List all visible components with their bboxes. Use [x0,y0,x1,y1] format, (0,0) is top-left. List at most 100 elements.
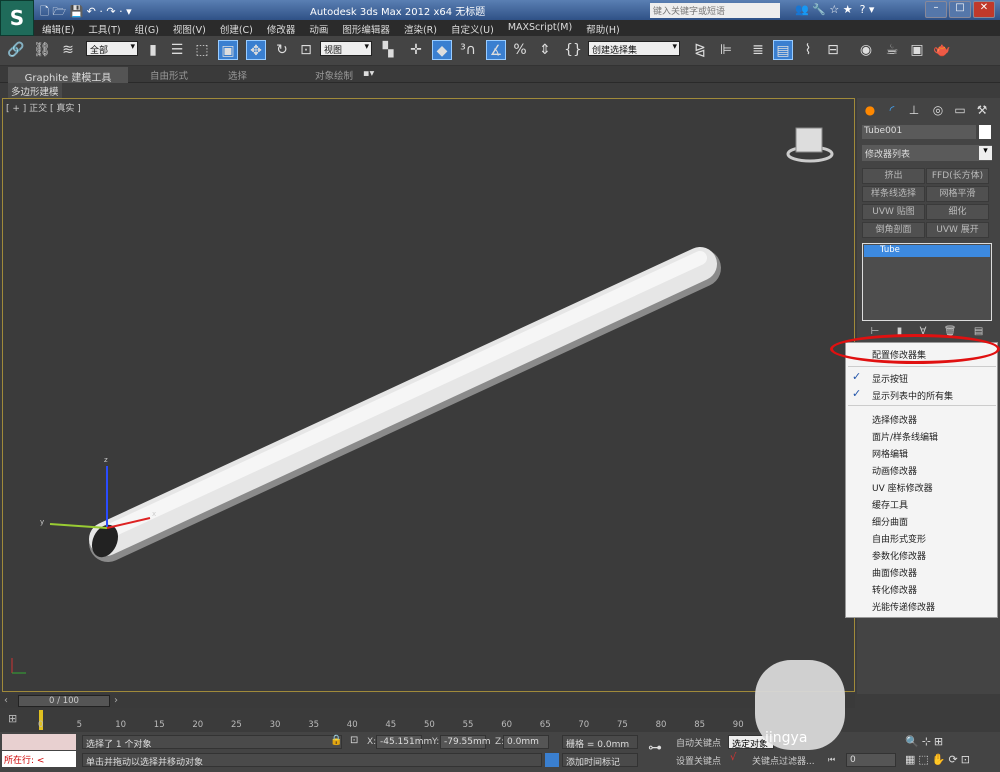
display-tab-icon[interactable]: ▭ [950,100,970,120]
layer-manager-icon[interactable]: ≣ [748,40,768,60]
ribbon-options-icon[interactable]: ▪▾ [363,68,374,79]
snap-3-icon[interactable]: ³∩ [458,40,478,60]
menu-animation[interactable]: 动画 [309,20,328,36]
link-icon[interactable]: 🔗 [6,40,26,60]
menu-item[interactable]: 细分曲面 [872,515,908,528]
menu-help[interactable]: 帮助(H) [586,20,620,36]
modifier-list-dropdown[interactable]: 修改器列表 [862,145,992,161]
menu-item[interactable]: 缓存工具 [872,498,908,511]
spinner-snap-icon[interactable]: ⇕ [535,40,555,60]
prev-frame-icon[interactable]: ‹ [4,695,8,706]
object-name-field[interactable]: Tube001 [862,125,976,139]
menu-maxscript[interactable]: MAXScript(M) [508,20,572,36]
add-time-tag[interactable]: 添加时间标记 [562,753,638,768]
menu-group[interactable]: 组(G) [135,20,159,36]
object-color-swatch[interactable] [979,125,991,139]
key-filters-button[interactable]: 关键点过滤器... [752,754,815,767]
menu-item[interactable]: 转化修改器 [872,583,917,596]
modifier-button[interactable]: UVW 展开 [926,222,989,238]
rect-selection-icon[interactable]: ⬚ [192,40,212,60]
select-move-icon[interactable]: ✥ [246,40,266,60]
material-editor-icon[interactable]: ◉ [856,40,876,60]
chevron-down-icon[interactable]: ▾ [979,146,992,160]
time-slider[interactable]: 0 / 100 [18,695,110,707]
menu-views[interactable]: 视图(V) [173,20,206,36]
menu-item-show-buttons[interactable]: 显示按钮 [872,372,908,385]
menu-item[interactable]: 光能传递修改器 [872,600,935,613]
search-input[interactable]: 键入关键字或短语 [650,3,780,18]
help-toolbar[interactable]: 👥 🔧 ☆ ★ ? ▾ [795,3,874,16]
menu-item[interactable]: 选择修改器 [872,413,917,426]
key-curve-icon[interactable]: √ [730,752,736,763]
minimize-button[interactable]: – [925,1,947,18]
render-setup-icon[interactable]: ☕ [882,40,902,60]
edit-named-sel-icon[interactable]: {} [563,40,583,60]
absolute-mode-icon[interactable]: ⊡ [350,735,358,746]
modifier-button[interactable]: 网格平滑 [926,186,989,202]
next-frame-icon[interactable]: › [114,695,118,706]
menu-modifiers[interactable]: 修改器 [267,20,296,36]
unlink-icon[interactable]: ⛓ [32,40,52,60]
hierarchy-tab-icon[interactable]: ⊥ [904,100,924,120]
time-tag-icon[interactable] [545,753,559,767]
motion-tab-icon[interactable]: ◎ [928,100,948,120]
menu-tools[interactable]: 工具(T) [88,20,120,36]
menu-item[interactable]: 网格编辑 [872,447,908,460]
percent-snap-icon[interactable]: % [510,40,530,60]
menu-rendering[interactable]: 渲染(R) [404,20,437,36]
subtab-polygon-modeling[interactable]: 多边形建模 [8,83,62,99]
menu-create[interactable]: 创建(C) [220,20,253,36]
mirror-icon[interactable]: ⧎ [690,40,710,60]
viewport-nav-icons[interactable]: 🔍⊹⊞ [905,735,946,748]
viewport-nav-icons-2[interactable]: ▦⬚✋⟳⊡ [905,753,973,766]
go-to-start-icon[interactable]: ⏮ [828,755,835,765]
modifier-button[interactable]: 倒角剖面 [862,222,925,238]
lock-icon[interactable]: 🔒 [330,735,342,746]
manipulate-icon[interactable]: ✛ [406,40,426,60]
menu-item[interactable]: 曲面修改器 [872,566,917,579]
tab-freeform[interactable]: 自由形式 [150,68,188,82]
modifier-button[interactable]: 细化 [926,204,989,220]
close-button[interactable]: ✕ [973,1,995,18]
app-logo-icon[interactable]: S [0,0,34,36]
pivot-icon[interactable]: ▚ [378,40,398,60]
select-by-name-icon[interactable]: ☰ [167,40,187,60]
modify-tab-icon[interactable]: ◜ [882,100,902,120]
time-slider-track[interactable] [0,694,855,708]
graphite-toggle-icon[interactable]: ▤ [773,40,793,60]
menu-edit[interactable]: 编辑(E) [42,20,74,36]
select-scale-icon[interactable]: ⊡ [296,40,316,60]
modifier-button[interactable]: 挤出 [862,168,925,184]
maxscript-line[interactable]: 所在行: < [2,751,76,767]
utilities-tab-icon[interactable]: ⚒ [972,100,992,120]
align-icon[interactable]: ⊫ [716,40,736,60]
tab-object-paint[interactable]: 对象绘制 [315,68,353,82]
modifier-button[interactable]: FFD(长方体) [926,168,989,184]
curve-editor-icon[interactable]: ⌇ [798,40,818,60]
render-icon[interactable]: 🫖 [932,40,952,60]
menu-item-show-all-sets[interactable]: 显示列表中的所有集 [872,389,953,402]
modifier-button[interactable]: UVW 贴图 [862,204,925,220]
y-coordinate-field[interactable]: -79.55mm [440,735,491,749]
rendered-frame-icon[interactable]: ▣ [907,40,927,60]
keyboard-shortcut-icon[interactable]: ◆ [432,40,452,60]
bind-space-warp-icon[interactable]: ≋ [58,40,78,60]
tab-selection[interactable]: 选择 [228,68,247,82]
z-coordinate-field[interactable]: 0.0mm [503,735,549,749]
auto-key-button[interactable]: 自动关键点 [676,736,721,749]
current-frame-field[interactable]: 0 [846,753,896,767]
tab-graphite[interactable]: Graphite 建模工具 [8,67,128,84]
named-selection-dropdown[interactable]: 创建选择集 [588,41,680,56]
selection-filter-dropdown[interactable]: 全部 [86,41,138,56]
menu-item[interactable]: 参数化修改器 [872,549,926,562]
modifier-button[interactable]: 样条线选择 [862,186,925,202]
select-object-icon[interactable]: ▮ [143,40,163,60]
schematic-view-icon[interactable]: ⊟ [823,40,843,60]
menu-item[interactable]: 面片/样条线编辑 [872,430,938,443]
key-icon[interactable]: ⊶ [648,740,662,756]
select-rotate-icon[interactable]: ↻ [272,40,292,60]
create-tab-icon[interactable]: ● [860,100,880,120]
menu-item[interactable]: 动画修改器 [872,464,917,477]
maximize-button[interactable]: □ [949,1,971,18]
menu-item[interactable]: 自由形式变形 [872,532,926,545]
